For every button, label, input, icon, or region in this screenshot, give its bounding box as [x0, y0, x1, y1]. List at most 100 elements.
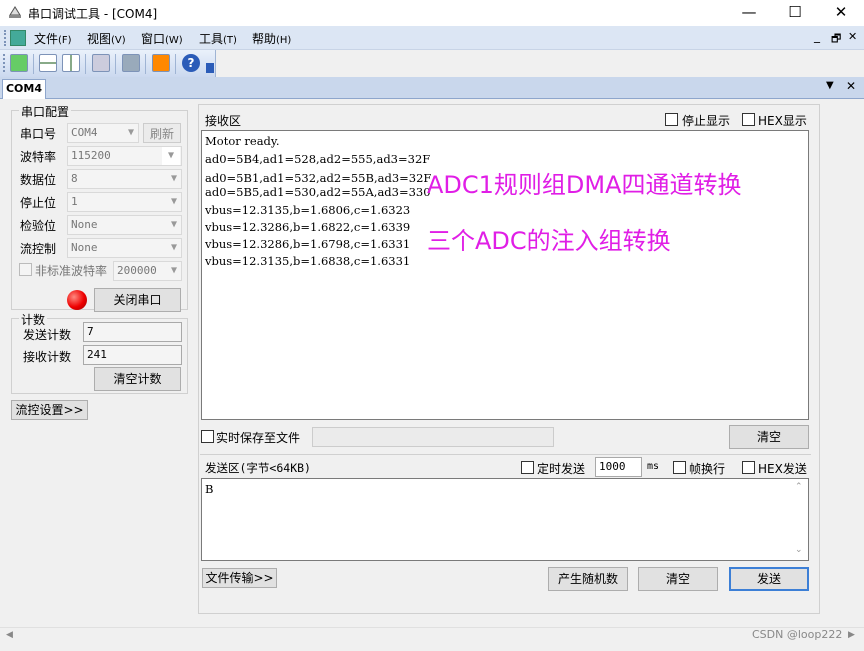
new-connection-icon[interactable]	[10, 54, 28, 72]
stopbits-select[interactable]: 1 ▼	[67, 192, 182, 212]
recv-count-label: 接收计数	[23, 350, 72, 364]
grip-icon	[3, 54, 6, 72]
menu-tools[interactable]: 工具(T)	[199, 30, 237, 47]
split-horizontal-icon[interactable]	[39, 54, 57, 72]
sent-count-label: 发送计数	[23, 328, 72, 342]
port-label: 串口号	[20, 127, 57, 141]
stop-display-checkbox[interactable]	[665, 113, 678, 126]
app-icon	[9, 6, 21, 18]
interval-unit: ms	[647, 461, 660, 472]
tab-close-icon[interactable]: ✕	[846, 79, 856, 93]
hex-display-checkbox[interactable]	[742, 113, 755, 126]
parity-label: 检验位	[20, 219, 57, 233]
toolbar-separator	[33, 54, 34, 74]
tab-com4[interactable]: COM4	[2, 79, 46, 99]
upload-icon[interactable]	[152, 54, 170, 72]
clear-count-button[interactable]: 清空计数	[94, 367, 181, 391]
close-button[interactable]: ✕	[818, 0, 864, 26]
nonstd-baud-select[interactable]: 200000 ▼	[113, 261, 182, 281]
hex-send-checkbox[interactable]	[742, 461, 755, 474]
help-icon[interactable]: ?	[182, 54, 200, 72]
stopbits-label: 停止位	[20, 196, 57, 210]
baud-label: 波特率	[20, 150, 57, 164]
toolbar-overflow-icon[interactable]	[206, 63, 214, 73]
menu-bar: 文件(F) 视图(V) 窗口(W) 工具(T) 帮助(H) _ 🗗 ✕	[0, 26, 864, 50]
split-vertical-icon[interactable]	[62, 54, 80, 72]
databits-select[interactable]: 8 ▼	[67, 169, 182, 189]
toolbar-separator	[145, 54, 146, 74]
clear-send-button[interactable]: 清空	[638, 567, 718, 591]
realtime-save-label: 实时保存至文件	[216, 431, 301, 445]
timed-send-label: 定时发送	[537, 462, 586, 476]
send-textarea[interactable]: B ⌃ ⌄	[201, 478, 809, 561]
menu-window[interactable]: 窗口(W)	[141, 30, 183, 47]
receive-line: ad0=5B4,ad1=528,ad2=555,ad3=32F	[205, 152, 431, 166]
title-bar: 串口调试工具 - [COM4] — ☐ ✕	[0, 0, 864, 26]
scroll-up-icon[interactable]: ⌃	[795, 482, 803, 492]
mdi-restore-button[interactable]: 🗗	[831, 30, 841, 49]
horizontal-scrollbar[interactable]: ◀ ▶	[0, 627, 864, 644]
chevron-down-icon: ▼	[170, 265, 177, 276]
toolbar-separator	[85, 54, 86, 74]
scroll-left-icon[interactable]: ◀	[6, 630, 13, 640]
baud-select[interactable]: 115200 ▼	[67, 146, 182, 166]
tab-dropdown-icon[interactable]: ▼	[826, 80, 834, 91]
grip-icon	[4, 30, 7, 46]
watermark: CSDN @loop222	[752, 628, 843, 641]
monitor-icon[interactable]	[122, 54, 140, 72]
receive-area-title: 接收区	[205, 114, 242, 128]
send-scrollbar[interactable]: ⌃ ⌄	[791, 479, 808, 560]
calculator-icon[interactable]	[92, 54, 110, 72]
flow-settings-button[interactable]: 流控设置>>	[11, 400, 88, 420]
random-button[interactable]: 产生随机数	[548, 567, 628, 591]
mdi-close-button[interactable]: ✕	[848, 30, 857, 43]
sent-count-field: 7	[83, 322, 182, 342]
toolbar-separator	[115, 54, 116, 74]
receive-line: vbus=12.3286,b=1.6822,c=1.6339	[205, 220, 411, 234]
annotation-regular-group: ADC1规则组DMA四通道转换	[427, 171, 742, 199]
chevron-down-icon: ▼	[170, 219, 177, 230]
menu-app-icon	[10, 30, 26, 46]
chevron-down-icon: ▼	[162, 147, 180, 165]
save-file-path-field[interactable]	[312, 427, 554, 447]
clear-receive-button[interactable]: 清空	[729, 425, 809, 449]
parity-select[interactable]: None ▼	[67, 215, 182, 235]
close-port-button[interactable]: 关闭串口	[94, 288, 181, 312]
document-tab-bar: ▼ ✕	[0, 77, 864, 99]
scroll-down-icon[interactable]: ⌄	[795, 545, 803, 555]
scroll-right-icon[interactable]: ▶	[848, 630, 855, 640]
refresh-button[interactable]: 刷新	[143, 123, 181, 143]
menu-help[interactable]: 帮助(H)	[252, 30, 291, 47]
port-status-indicator-icon	[67, 290, 87, 310]
maximize-button[interactable]: ☐	[772, 0, 818, 26]
hex-display-label: HEX显示	[758, 114, 807, 128]
databits-label: 数据位	[20, 173, 57, 187]
frame-newline-checkbox[interactable]	[673, 461, 686, 474]
port-select[interactable]: COM4 ▼	[67, 123, 139, 143]
flow-control-label: 流控制	[20, 242, 57, 256]
interval-input[interactable]: 1000	[595, 457, 642, 477]
chevron-down-icon: ▼	[170, 173, 177, 184]
realtime-save-checkbox[interactable]	[201, 430, 214, 443]
nonstd-baud-checkbox[interactable]	[19, 263, 32, 276]
annotation-injected-group: 三个ADC的注入组转换	[427, 227, 671, 255]
recv-count-field: 241	[83, 345, 182, 365]
minimize-button[interactable]: —	[726, 0, 772, 26]
receive-textarea[interactable]: Motor ready. ad0=5B4,ad1=528,ad2=555,ad3…	[201, 130, 809, 420]
receive-line: ad0=5B5,ad1=530,ad2=55A,ad3=330	[205, 185, 431, 199]
serial-config-legend: 串口配置	[19, 103, 72, 120]
send-area-title: 发送区(字节<64KB)	[205, 461, 311, 475]
menu-view[interactable]: 视图(V)	[87, 30, 126, 47]
chevron-down-icon: ▼	[170, 242, 177, 253]
receive-line: ad0=5B1,ad1=532,ad2=55B,ad3=32F	[205, 171, 432, 185]
receive-line: vbus=12.3135,b=1.6838,c=1.6331	[205, 254, 411, 268]
nonstd-baud-label: 非标准波特率	[35, 264, 108, 278]
hex-send-label: HEX发送	[758, 462, 807, 476]
send-button[interactable]: 发送	[729, 567, 809, 591]
timed-send-checkbox[interactable]	[521, 461, 534, 474]
mdi-minimize-button[interactable]: _	[814, 29, 820, 43]
menu-file[interactable]: 文件(F)	[34, 30, 72, 47]
frame-newline-label: 帧换行	[689, 462, 726, 476]
file-transfer-button[interactable]: 文件传输>>	[202, 568, 277, 588]
flow-control-select[interactable]: None ▼	[67, 238, 182, 258]
